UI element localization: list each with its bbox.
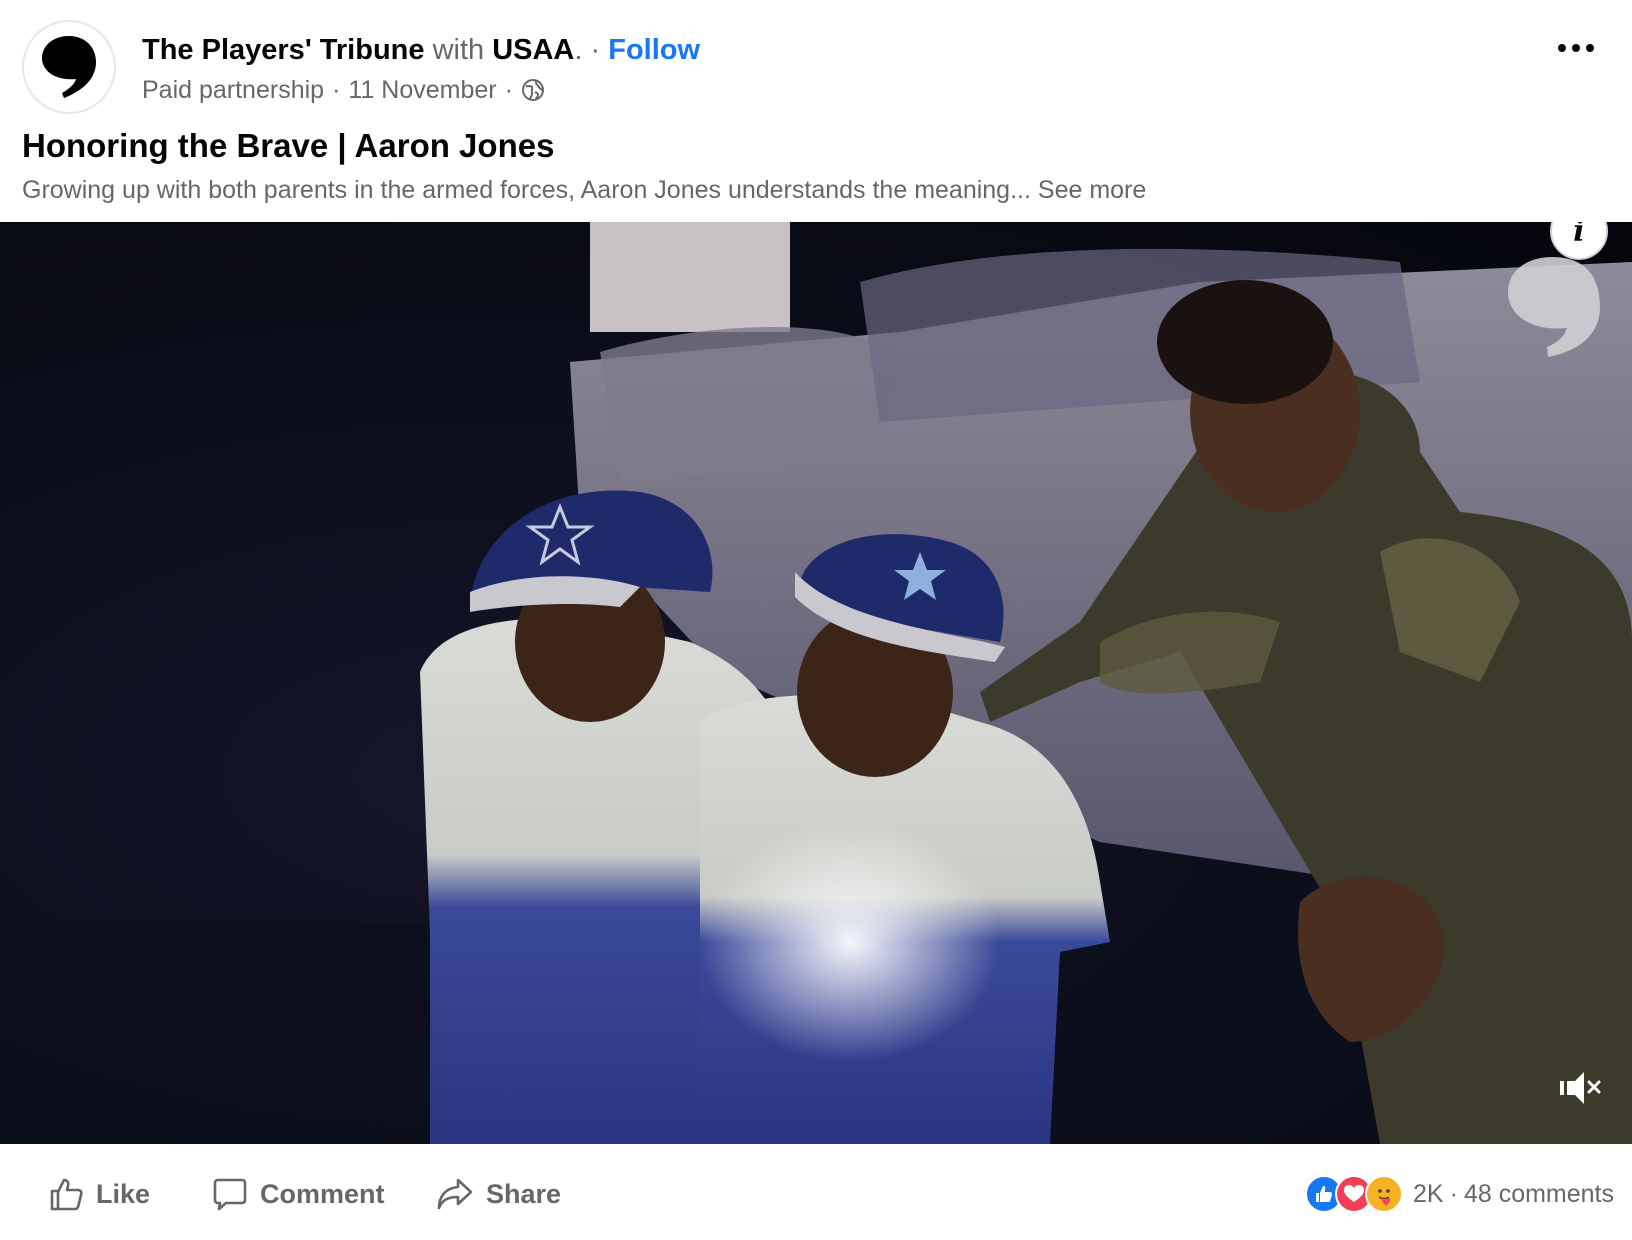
post-action-bar: Like Comment Share 2K · 48 comments	[0, 1144, 1632, 1240]
more-dot	[1586, 44, 1594, 52]
follow-button[interactable]: Follow	[608, 34, 700, 66]
more-dot	[1572, 44, 1580, 52]
video-player[interactable]: i	[0, 222, 1632, 1144]
share-label: Share	[486, 1178, 562, 1209]
man-hair	[1157, 280, 1333, 404]
like-button[interactable]: Like	[48, 1172, 150, 1216]
page-avatar[interactable]	[22, 20, 116, 114]
reaction-icons	[1305, 1175, 1404, 1213]
post-description: Growing up with both parents in the arme…	[22, 172, 1146, 208]
info-icon: i	[1573, 222, 1585, 249]
description-text: Growing up with both parents in the arme…	[22, 176, 1031, 204]
partner-name-link[interactable]: USAA	[492, 34, 574, 66]
separator-dot: ·	[504, 76, 513, 104]
share-arrow-icon	[437, 1178, 473, 1210]
separator-dot: ·	[332, 76, 341, 104]
unmute-button[interactable]	[1556, 1064, 1604, 1112]
post-author-line: The Players' Tribune with USAA. · Follow	[142, 30, 700, 70]
video-frame	[0, 222, 1632, 1144]
thumbs-up-icon	[50, 1178, 83, 1211]
comment-bubble-icon	[213, 1178, 247, 1211]
reactions-summary[interactable]: 2K · 48 comments	[1305, 1172, 1614, 1216]
photo-glare	[700, 822, 1000, 1062]
reaction-count[interactable]: 2K	[1413, 1180, 1444, 1209]
see-more-link[interactable]: See more	[1038, 176, 1146, 204]
comment-count-link[interactable]: 48 comments	[1464, 1180, 1614, 1209]
post-meta: Paid partnership · 11 November ·	[142, 72, 545, 108]
post-date-link[interactable]: 11 November	[348, 72, 496, 108]
couch-armrest	[600, 327, 900, 482]
speaker-muted-icon	[1560, 1072, 1601, 1104]
comment-button[interactable]: Comment	[212, 1172, 385, 1216]
globe-icon[interactable]	[521, 78, 545, 102]
players-tribune-logo-icon	[42, 36, 96, 98]
care-reaction-icon	[1365, 1175, 1404, 1213]
post-title: Honoring the Brave | Aaron Jones	[22, 127, 555, 164]
paid-partnership-label[interactable]: Paid partnership	[142, 72, 324, 108]
partner-suffix: .	[574, 34, 583, 66]
separator-dot: ·	[1449, 1179, 1458, 1208]
page-name-link[interactable]: The Players' Tribune	[142, 34, 425, 66]
wall	[590, 222, 790, 332]
with-text: with	[432, 34, 485, 66]
like-label: Like	[96, 1178, 151, 1209]
share-button[interactable]: Share	[436, 1172, 561, 1216]
comment-label: Comment	[260, 1178, 385, 1209]
separator-dot: ·	[590, 34, 601, 66]
facebook-post: The Players' Tribune with USAA. · Follow…	[0, 0, 1632, 1240]
more-dot	[1558, 44, 1566, 52]
more-options-button[interactable]	[1552, 30, 1600, 66]
